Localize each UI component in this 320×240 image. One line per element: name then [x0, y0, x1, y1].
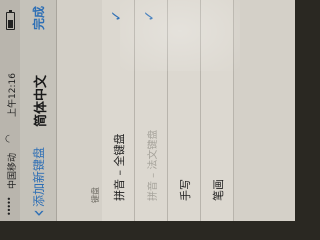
settings-screen: ••••• 中国移动 ◠ 上午12:16 ‹ 添加新键盘 简体中文 完成 键盘 … [0, 0, 295, 221]
carrier-name: 中国移动 [8, 152, 18, 189]
battery-icon [6, 12, 15, 30]
back-button-label: 添加新键盘 [31, 146, 46, 207]
section-header: 键盘 [91, 187, 100, 203]
keyboard-row-handwriting[interactable]: 手写 [168, 0, 201, 221]
page-title: 简体中文 [34, 75, 49, 128]
keyboard-row-pinyin-french[interactable]: 拼音 – 法文键盘 ✓ [135, 0, 168, 221]
keyboard-row-stroke[interactable]: 笔画 [201, 0, 234, 221]
keyboard-label: 手写 [179, 179, 192, 201]
done-button[interactable]: 完成 [30, 6, 47, 30]
status-bar: ••••• 中国移动 ◠ 上午12:16 [0, 0, 20, 221]
status-time: 上午12:16 [8, 73, 18, 117]
check-icon: ✓ [109, 10, 125, 22]
keyboard-label: 拼音 – 全键盘 [113, 133, 126, 202]
signal-strength-icon: ••••• [5, 197, 14, 216]
wifi-icon: ◠ [4, 134, 15, 143]
keyboard-label: 拼音 – 法文键盘 [148, 129, 159, 201]
chevron-left-icon: ‹ [26, 209, 50, 217]
check-icon: ✓ [142, 10, 158, 22]
navigation-bar: ‹ 添加新键盘 简体中文 完成 [20, 0, 57, 221]
keyboard-label: 笔画 [212, 179, 225, 201]
keyboard-row-pinyin-qwerty[interactable]: 拼音 – 全键盘 ✓ [102, 0, 135, 221]
battery-fill [8, 20, 13, 28]
back-button[interactable]: ‹ 添加新键盘 [26, 146, 50, 217]
keyboard-list: 拼音 – 全键盘 ✓ 拼音 – 法文键盘 ✓ 手写 笔画 [102, 0, 234, 221]
